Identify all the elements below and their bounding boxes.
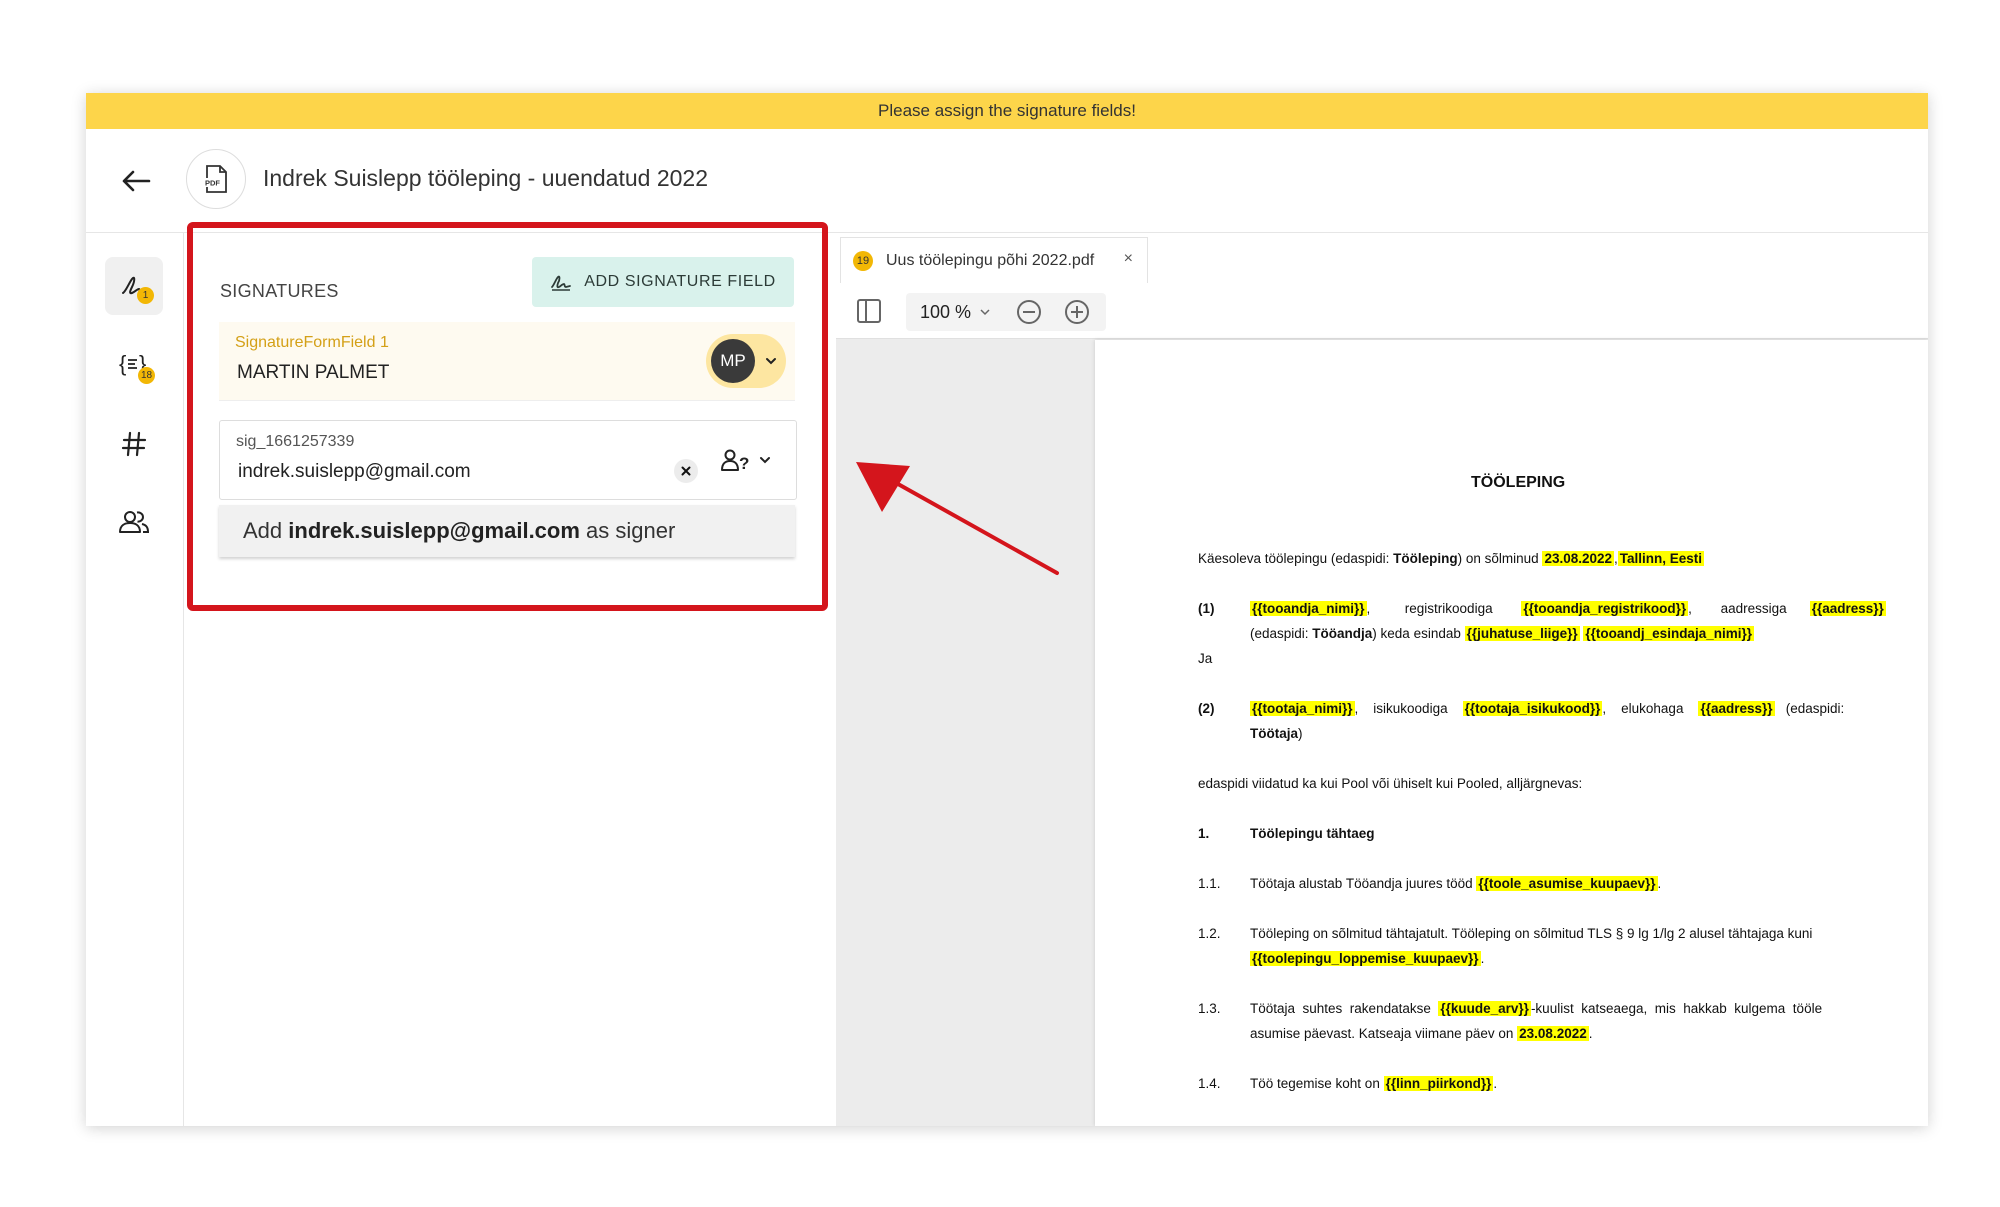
add-signer-suggestion[interactable]: Add indrek.suislepp@gmail.com as signer [219,505,795,557]
section-1-4-line: Töö tegemise koht on {{linn_piirkond}}. [1250,1076,1498,1091]
close-tab-button[interactable]: × [1124,250,1133,268]
document-heading: TÖÖLEPING [1471,474,1566,491]
hash-icon [121,431,147,457]
chevron-down-icon [760,457,770,464]
pdf-page: TÖÖLEPING Käesoleva töölepingu (edaspidi… [1095,340,1928,1126]
section-1-2-line-2: {{toolepingu_loppemise_kuupaev}}. [1250,951,1485,966]
svg-text:{: { [119,351,126,376]
party-2-number: (2) [1198,701,1215,716]
pdf-file-icon: PDF [186,149,246,209]
zoom-control: 100 % [906,293,1106,331]
party-1-line: {{tooandja_nimi}}, registrikoodiga {{too… [1250,601,1886,616]
section-1-4-number: 1.4. [1198,1076,1221,1091]
plus-circle-icon [1065,300,1089,324]
signatures-panel: SIGNATURES ADD SIGNATURE FIELD Signature… [184,233,834,1126]
signature-field-label: SignatureFormField 1 [235,334,389,351]
rail-signatures-badge: 1 [137,287,154,304]
zoom-in-button[interactable] [1064,299,1090,330]
signature-icon [551,275,572,291]
file-tab[interactable]: 19 Uus töölepingu põhi 2022.pdf × [840,237,1148,284]
signer-select[interactable]: MP [706,334,786,388]
arrow-left-icon [122,170,151,192]
minus-circle-icon [1017,300,1041,324]
parties-line: edaspidi viidatud ka kui Pool või ühisel… [1198,776,1583,791]
back-button[interactable] [116,161,156,201]
signatures-heading: SIGNATURES [220,281,339,301]
add-signature-field-label: ADD SIGNATURE FIELD [584,273,776,290]
signature-field-card[interactable]: SignatureFormField 1 MARTIN PALMET MP [219,322,795,401]
party-1-number: (1) [1198,601,1215,616]
zoom-out-button[interactable] [1016,299,1042,330]
tool-rail: 1 { } 18 [86,233,184,1126]
svg-text:PDF: PDF [205,179,220,188]
suggestion-text: Add indrek.suislepp@gmail.com as signer [243,518,676,543]
document-title: Indrek Suislepp tööleping - uuendatud 20… [263,165,709,191]
pdf-toolbar: 100 % [836,283,1928,339]
sidebar-icon [857,299,881,323]
pdf-viewer: 19 Uus töölepingu põhi 2022.pdf × 100 % [836,233,1928,1126]
section-1-number: 1. [1198,826,1210,841]
add-signature-field-button[interactable]: ADD SIGNATURE FIELD [532,257,794,307]
tab-filename: Uus töölepingu põhi 2022.pdf [886,252,1095,269]
users-icon [119,511,150,533]
section-1-1-line: Töötaja alustab Tööandja juures tööd {{t… [1250,876,1662,891]
section-1-3-line: Töötaja suhtes rakendatakse {{kuude_arv}… [1250,1001,1823,1016]
section-1-3-line-2: asumise päevast. Katseaja viimane päev o… [1250,1026,1593,1041]
file-tabs: 19 Uus töölepingu põhi 2022.pdf × [836,233,1928,284]
signature-field-card[interactable]: sig_1661257339 ? [219,420,797,500]
signer-name: MARTIN PALMET [237,362,390,383]
banner-text: Please assign the signature fields! [878,101,1136,120]
tab-badge: 19 [853,251,873,271]
section-1-1-number: 1.1. [1198,876,1221,891]
warning-banner: Please assign the signature fields! [86,93,1928,129]
conjunction: Ja [1198,651,1213,666]
chevron-down-icon [980,309,990,316]
rail-variables-button[interactable]: { } 18 [105,335,163,393]
signature-field-label: sig_1661257339 [236,433,355,450]
zoom-select[interactable]: 100 % [920,302,971,323]
rail-numbers-button[interactable] [105,415,163,473]
chevron-down-icon [766,358,776,365]
signer-email-input[interactable] [236,457,670,487]
party-2-line-2: Töötaja) [1250,726,1303,741]
rail-signers-button[interactable] [105,493,163,551]
rail-variables-badge: 18 [138,367,155,384]
section-1-2-number: 1.2. [1198,926,1221,941]
unknown-user-icon: ? [721,449,749,472]
sidebar-toggle-button[interactable] [856,298,882,329]
avatar: MP [711,339,755,383]
section-1-3-number: 1.3. [1198,1001,1221,1016]
close-icon [681,466,691,476]
section-1-title: Töölepingu tähtaeg [1250,826,1375,841]
section-1-2-line: Tööleping on sõlmitud tähtajatult. Tööle… [1250,926,1813,941]
party-1-line-2: (edaspidi: Tööandja) keda esindab {{juha… [1250,626,1754,641]
intro-line: Käesoleva töölepingu (edaspidi: Töölepin… [1198,551,1705,566]
assign-signer-button[interactable]: ? [720,443,784,477]
party-2-line: {{tootaja_nimi}}, isikukoodiga {{tootaja… [1250,701,1845,716]
rail-signatures-button[interactable]: 1 [105,257,163,315]
app-window: Please assign the signature fields! PDF … [86,93,1928,1126]
svg-text:?: ? [739,454,749,472]
top-bar: PDF Indrek Suislepp tööleping - uuendatu… [86,129,1928,233]
clear-input-button[interactable] [674,459,698,483]
